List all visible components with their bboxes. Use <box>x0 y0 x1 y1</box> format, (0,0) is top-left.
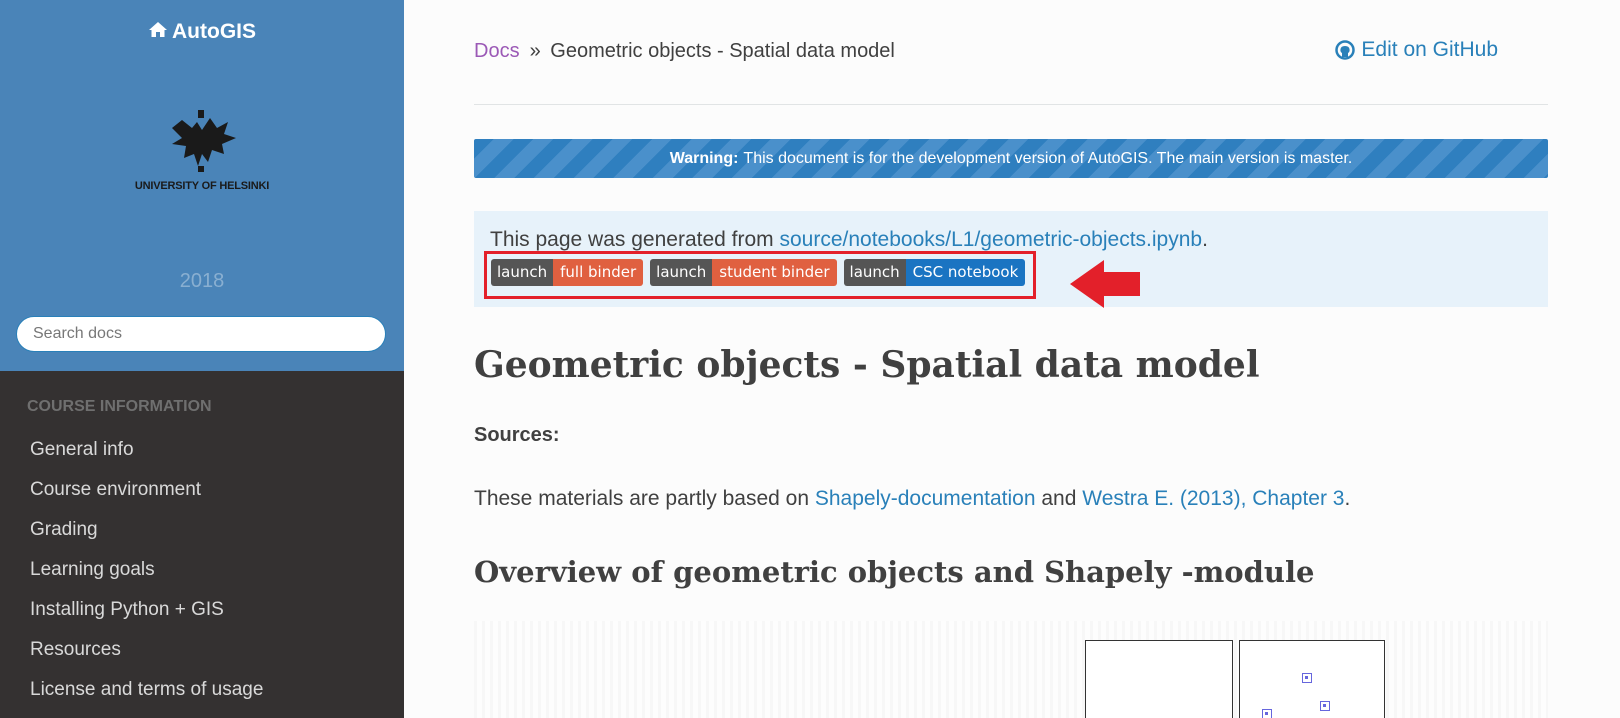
figure-area <box>474 621 1548 718</box>
sources-paragraph: These materials are partly based on Shap… <box>474 487 1350 511</box>
github-icon <box>1335 40 1356 60</box>
badge-right: student binder <box>712 259 837 286</box>
logo-text: UNIVERSITY OF HELSINKI <box>134 180 270 192</box>
westra-link[interactable]: Westra E. (2013), Chapter 3 <box>1082 487 1344 510</box>
breadcrumb-separator: » <box>529 40 541 62</box>
page-title: Geometric objects - Spatial data model <box>474 344 1260 386</box>
sidebar-header: AutoGIS UNIVERSITY OF HELSINKI 2018 <box>0 0 404 371</box>
breadcrumb-docs-link[interactable]: Docs <box>474 40 520 62</box>
main-content: Docs » Geometric objects - Spatial data m… <box>404 0 1620 718</box>
source-notebook-link[interactable]: source/notebooks/L1/geometric-objects.ip… <box>780 228 1203 251</box>
sidebar: AutoGIS UNIVERSITY OF HELSINKI 2018 COUR… <box>0 0 404 718</box>
point-marker <box>1320 701 1330 711</box>
edit-on-github-link[interactable]: Edit on GitHub <box>1335 38 1498 62</box>
para-mid: and <box>1041 487 1077 510</box>
badge-right: full binder <box>553 259 644 286</box>
generated-prefix: This page was generated from <box>490 228 774 251</box>
warning-banner: Warning: This document is for the develo… <box>474 139 1548 178</box>
section-heading: Overview of geometric objects and Shapel… <box>474 555 1315 589</box>
point-marker <box>1302 673 1312 683</box>
breadcrumb: Docs » Geometric objects - Spatial data m… <box>474 40 895 63</box>
point-marker <box>1262 709 1272 718</box>
badge-left: launch <box>491 259 554 286</box>
nav-item-installing[interactable]: Installing Python + GIS <box>0 590 404 630</box>
generated-from-text: This page was generated from source/note… <box>490 228 1208 252</box>
generated-suffix: . <box>1202 228 1208 251</box>
full-binder-badge[interactable]: launch full binder <box>491 259 644 286</box>
figure-panel-empty <box>1085 640 1233 718</box>
version-label: 2018 <box>179 270 225 292</box>
para-prefix: These materials are partly based on <box>474 487 810 510</box>
header-divider <box>474 104 1548 105</box>
csc-notebook-badge[interactable]: launch CSC notebook <box>843 259 1026 286</box>
notebook-info-box: This page was generated from source/note… <box>474 211 1548 307</box>
nav-item-general-info[interactable]: General info <box>0 430 404 470</box>
nav-item-resources[interactable]: Resources <box>0 630 404 670</box>
nav-item-grading[interactable]: Grading <box>0 510 404 550</box>
sources-label: Sources: <box>474 424 560 446</box>
student-binder-badge[interactable]: launch student binder <box>650 259 837 286</box>
brand-link[interactable]: AutoGIS <box>0 20 404 44</box>
warning-label: Warning: <box>669 149 739 167</box>
launch-badges: launch full binder launch student binder… <box>491 259 1026 286</box>
badge-right: CSC notebook <box>905 259 1026 286</box>
nav-item-learning-goals[interactable]: Learning goals <box>0 550 404 590</box>
warning-text: This document is for the development ver… <box>743 149 1353 167</box>
breadcrumb-current: Geometric objects - Spatial data model <box>550 40 895 62</box>
red-arrow-icon <box>1070 260 1140 308</box>
nav-caption: COURSE INFORMATION <box>27 398 212 415</box>
search-input[interactable] <box>16 316 386 352</box>
github-label: Edit on GitHub <box>1361 38 1498 61</box>
nav-list: General info Course environment Grading … <box>0 430 404 710</box>
university-logo[interactable]: UNIVERSITY OF HELSINKI <box>0 108 404 192</box>
home-icon <box>148 20 168 44</box>
nav-item-course-environment[interactable]: Course environment <box>0 470 404 510</box>
nav-item-license[interactable]: License and terms of usage <box>0 670 404 710</box>
figure-panel-points <box>1239 640 1385 718</box>
badge-left: launch <box>650 259 713 286</box>
shapely-docs-link[interactable]: Shapely-documentation <box>815 487 1036 510</box>
para-suffix: . <box>1344 487 1351 510</box>
badge-left: launch <box>843 259 906 286</box>
brand-title: AutoGIS <box>172 20 256 43</box>
helsinki-logo-icon <box>172 110 236 172</box>
